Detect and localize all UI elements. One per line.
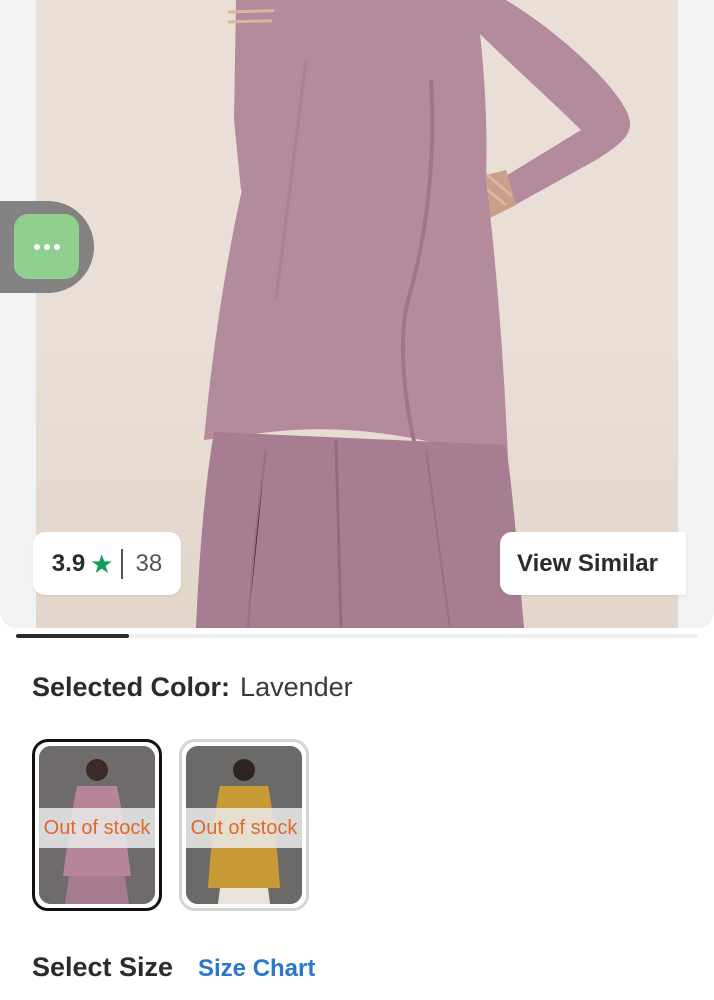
select-size-heading: Select Size xyxy=(32,952,174,982)
rating-divider xyxy=(121,548,124,579)
view-similar-button[interactable]: View Similar xyxy=(500,532,686,595)
rating-count: 38 xyxy=(135,549,163,577)
selected-color-heading: Selected Color: Lavender xyxy=(32,672,353,703)
product-image-card[interactable]: 3.9 ★ 38 View Similar xyxy=(0,0,714,628)
size-chart-link[interactable]: Size Chart xyxy=(198,955,315,983)
rating-badge[interactable]: 3.9 ★ 38 xyxy=(33,532,181,595)
swatch-thumbnail: Out of stock xyxy=(39,746,155,904)
star-icon: ★ xyxy=(90,548,114,579)
product-page: 3.9 ★ 38 View Similar Selected Color: Lav… xyxy=(0,0,714,1000)
color-swatch-lavender[interactable]: Out of stock xyxy=(32,739,162,911)
rating-value: 3.9 xyxy=(51,549,86,577)
out-of-stock-label: Out of stock xyxy=(186,808,302,848)
out-of-stock-label: Out of stock xyxy=(39,808,155,848)
more-dots-icon[interactable] xyxy=(14,214,79,279)
selected-color-label: Selected Color: xyxy=(32,672,231,702)
selected-color-value: Lavender xyxy=(240,672,353,702)
view-similar-label: View Similar xyxy=(517,549,658,577)
color-swatch-mustard[interactable]: Out of stock xyxy=(179,739,309,911)
image-carousel-indicator xyxy=(16,634,129,638)
swatch-thumbnail: Out of stock xyxy=(186,746,302,904)
